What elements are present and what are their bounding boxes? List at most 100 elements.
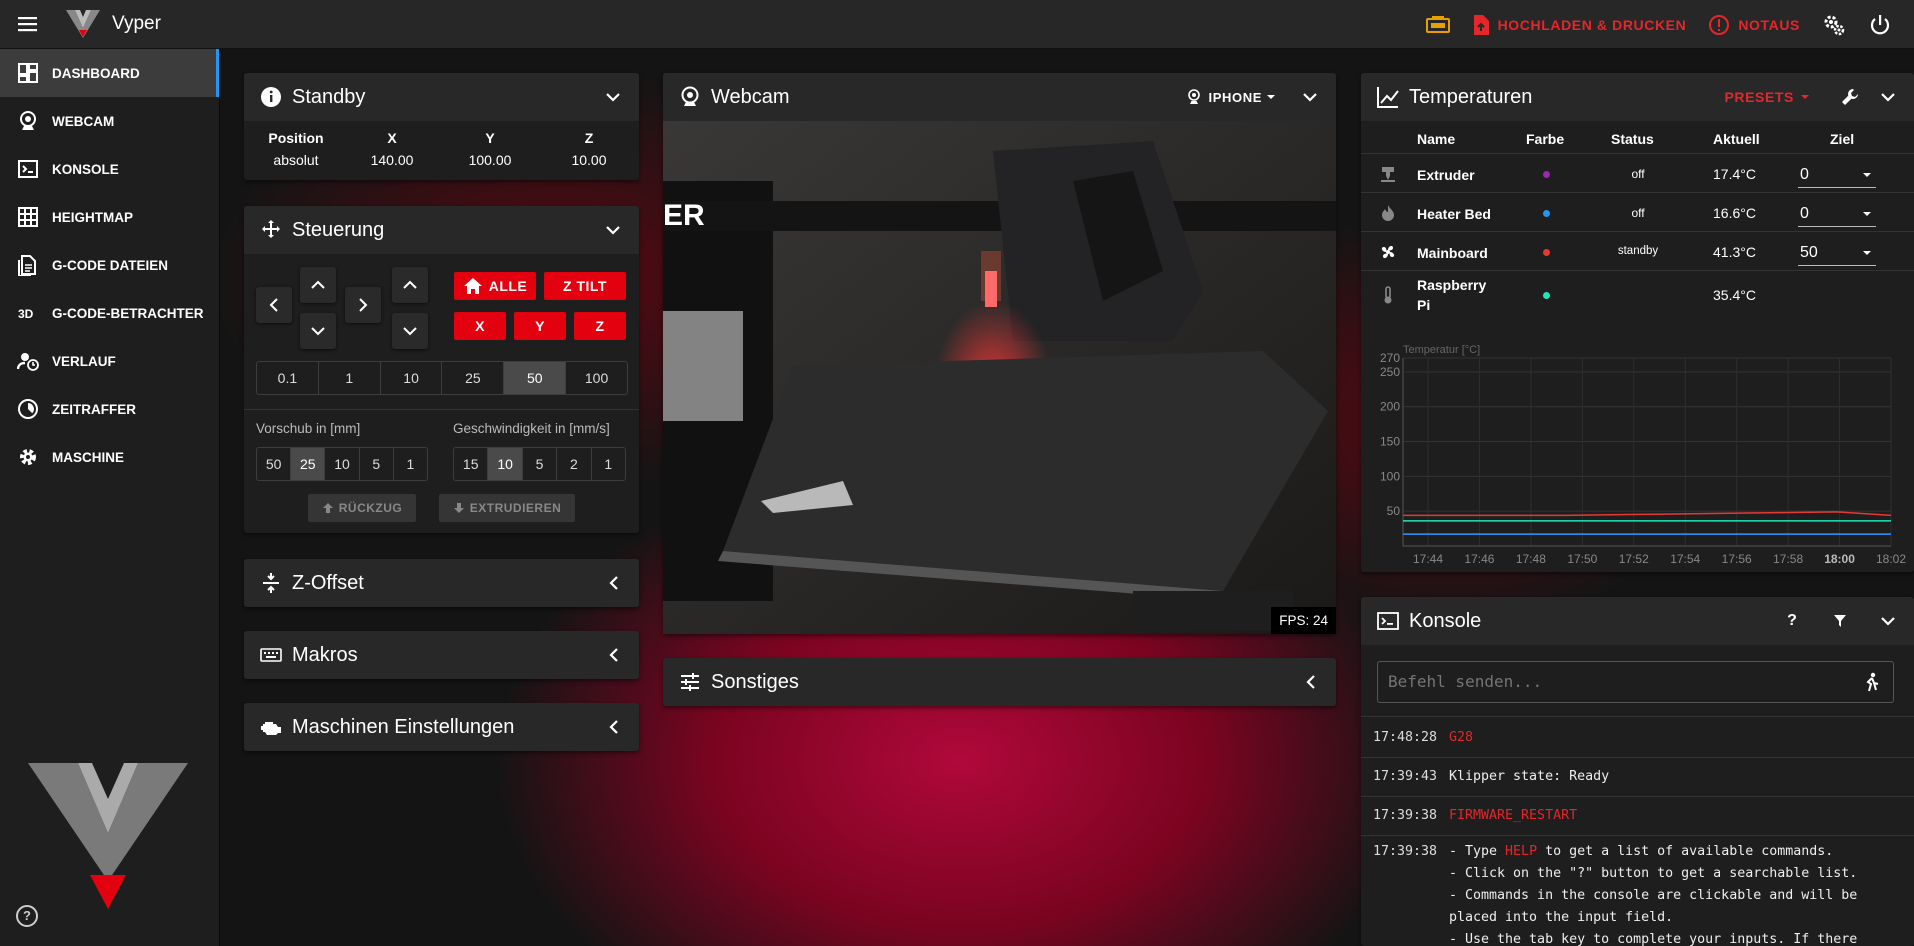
console-input-box[interactable] xyxy=(1377,661,1894,703)
control-header[interactable]: Steuerung xyxy=(244,206,639,254)
speed-option[interactable]: 10 xyxy=(488,448,523,480)
speed-option[interactable]: 15 xyxy=(454,448,489,480)
standby-header[interactable]: Standby xyxy=(244,73,639,121)
target-temp-select[interactable]: 50 xyxy=(1798,240,1876,266)
sensor-name[interactable]: Extruder xyxy=(1417,165,1497,185)
sidebar-item-g-code-betrachter[interactable]: 3D G-CODE-BETRACHTER xyxy=(0,289,219,337)
power-icon[interactable] xyxy=(1868,13,1892,37)
temperature-header[interactable]: Temperaturen PRESETS xyxy=(1361,73,1914,121)
steps-option[interactable]: 100 xyxy=(566,362,627,394)
z-tilt-button[interactable]: Z TILT xyxy=(544,272,626,300)
console-entry: 17:39:38 FIRMWARE_RESTART xyxy=(1373,805,1577,827)
gear-icon xyxy=(20,449,36,465)
sensor-color-dot[interactable] xyxy=(1543,170,1550,178)
home-x-button[interactable]: X xyxy=(454,312,506,340)
sensor-color-dot[interactable] xyxy=(1543,209,1550,217)
send-icon[interactable] xyxy=(1863,672,1881,697)
speed-option[interactable]: 1 xyxy=(592,448,625,480)
chevron-down-icon[interactable] xyxy=(601,218,625,242)
z-offset-icon xyxy=(260,572,282,594)
feed-option[interactable]: 5 xyxy=(360,448,394,480)
speed-option[interactable]: 5 xyxy=(523,448,558,480)
feed-speed-selector[interactable]: 15 10 5 2 1 xyxy=(453,447,626,481)
console-time: 17:39:38 xyxy=(1373,844,1438,859)
sensor-name[interactable]: Raspberry Pi xyxy=(1417,275,1497,315)
chevron-left-icon[interactable] xyxy=(601,715,625,739)
sensor-name[interactable]: Mainboard xyxy=(1417,243,1497,263)
sidebar-item-g-code-dateien[interactable]: G-CODE DATEIEN xyxy=(0,241,219,289)
settings-icon[interactable] xyxy=(1822,13,1846,37)
menu-icon[interactable] xyxy=(17,14,39,34)
sidebar-item-maschine[interactable]: MASCHINE xyxy=(0,433,219,481)
target-temp-select[interactable]: 0 xyxy=(1798,162,1876,188)
webcam-header[interactable]: Webcam IPHONE xyxy=(663,73,1336,121)
control-panel: Steuerung ALLE Z TILT X Y Z 0.1 1 10 25 50 10… xyxy=(244,206,639,533)
steps-option[interactable]: 1 xyxy=(319,362,381,394)
macros-panel[interactable]: Makros xyxy=(244,631,639,679)
home-y-button[interactable]: Y xyxy=(514,312,566,340)
steps-option[interactable]: 25 xyxy=(442,362,505,394)
feed-option[interactable]: 1 xyxy=(394,448,427,480)
control-title: Steuerung xyxy=(292,218,385,241)
sensor-color-dot[interactable] xyxy=(1543,292,1550,299)
sensor-color-dot[interactable] xyxy=(1543,248,1550,256)
sidebar-item-heightmap[interactable]: HEIGHTMAP xyxy=(0,193,219,241)
chevron-down-icon[interactable] xyxy=(601,85,625,109)
steps-option[interactable]: 0.1 xyxy=(257,362,319,394)
emergency-stop-button[interactable]: NOTAUS xyxy=(1708,14,1800,36)
help-command-link[interactable]: HELP xyxy=(1505,844,1537,859)
speed-option[interactable]: 2 xyxy=(557,448,592,480)
help-icon[interactable]: ? xyxy=(16,905,38,927)
misc-panel[interactable]: Sonstiges xyxy=(663,658,1336,706)
step-size-selector[interactable]: 0.1 1 10 25 50 100 xyxy=(256,361,628,395)
camera-selector[interactable]: IPHONE xyxy=(1187,89,1276,105)
sensor-name[interactable]: Heater Bed xyxy=(1417,204,1497,224)
wrench-icon[interactable] xyxy=(1838,85,1862,109)
z-offset-panel[interactable]: Z-Offset xyxy=(244,559,639,607)
move-z-minus-button[interactable] xyxy=(392,313,428,349)
presets-dropdown[interactable]: PRESETS xyxy=(1724,89,1810,105)
filter-icon[interactable] xyxy=(1828,609,1852,633)
console-command-link[interactable]: G28 xyxy=(1449,730,1473,745)
chevron-left-icon[interactable] xyxy=(1298,670,1322,694)
console-input[interactable] xyxy=(1388,672,1838,691)
feed-option[interactable]: 50 xyxy=(257,448,292,480)
move-y-plus-button[interactable] xyxy=(300,267,336,303)
move-x-minus-button[interactable] xyxy=(256,287,292,323)
console-header[interactable]: Konsole ? xyxy=(1361,597,1914,645)
move-x-plus-button[interactable] xyxy=(345,287,381,323)
printer-status-icon[interactable] xyxy=(1425,13,1450,37)
upload-print-button[interactable]: HOCHLADEN & DRUCKEN xyxy=(1472,14,1687,36)
sidebar-item-konsole[interactable]: KONSOLE xyxy=(0,145,219,193)
sidebar-item-webcam[interactable]: WEBCAM xyxy=(0,97,219,145)
chevron-down-icon[interactable] xyxy=(1298,85,1322,109)
retract-button[interactable]: RÜCKZUG xyxy=(308,494,416,522)
chevron-down-icon[interactable] xyxy=(1876,609,1900,633)
move-z-plus-button[interactable] xyxy=(392,267,428,303)
feed-amount-selector[interactable]: 50 25 10 5 1 xyxy=(256,447,428,481)
machine-settings-panel[interactable]: Maschinen Einstellungen xyxy=(244,703,639,751)
feed-option[interactable]: 25 xyxy=(291,448,326,480)
chart-y-tick-label: 150 xyxy=(1380,435,1400,449)
sidebar: DASHBOARD WEBCAM KONSOLE HEIGHTMAP G-CODE DA… xyxy=(0,49,220,946)
x-value: 140.00 xyxy=(370,152,414,168)
steps-option[interactable]: 50 xyxy=(504,362,567,394)
home-all-button[interactable]: ALLE xyxy=(454,272,536,300)
target-temp-select[interactable]: 0 xyxy=(1798,201,1876,227)
extrude-button[interactable]: EXTRUDIEREN xyxy=(439,494,575,522)
chevron-down-icon[interactable] xyxy=(1876,85,1900,109)
move-y-minus-button[interactable] xyxy=(300,313,336,349)
feed-option[interactable]: 10 xyxy=(325,448,360,480)
sidebar-item-zeitraffer[interactable]: ZEITRAFFER xyxy=(0,385,219,433)
target-temp-value: 50 xyxy=(1800,243,1818,261)
steps-option[interactable]: 10 xyxy=(381,362,443,394)
chevron-left-icon[interactable] xyxy=(601,643,625,667)
chevron-left-icon[interactable] xyxy=(601,571,625,595)
sidebar-item-verlauf[interactable]: VERLAUF xyxy=(0,337,219,385)
help-question-icon[interactable]: ? xyxy=(1780,609,1804,633)
caret-down-icon xyxy=(1801,95,1809,99)
console-command-link[interactable]: FIRMWARE_RESTART xyxy=(1449,808,1577,823)
tune-icon xyxy=(679,671,701,693)
home-z-button[interactable]: Z xyxy=(574,312,626,340)
sidebar-item-dashboard[interactable]: DASHBOARD xyxy=(0,49,219,97)
